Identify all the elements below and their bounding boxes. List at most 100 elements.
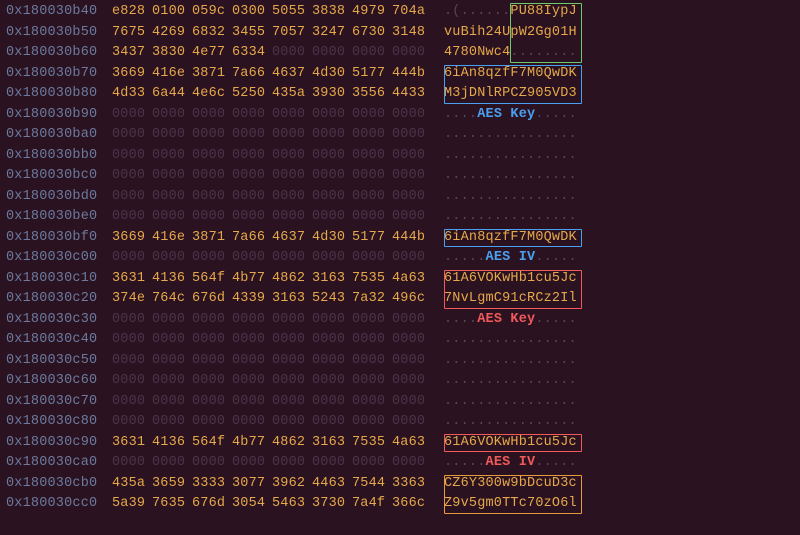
ascii-column: .....AES IV..... xyxy=(444,248,594,269)
ascii-column: ................ xyxy=(444,412,594,433)
hex-byte: 3659 xyxy=(152,474,186,495)
hex-byte: 4136 xyxy=(152,433,186,454)
hex-byte: 0300 xyxy=(232,2,266,23)
ascii-column: ................ xyxy=(444,125,594,146)
ascii-column: ................ xyxy=(444,351,594,372)
hex-byte: 0000 xyxy=(192,105,226,126)
hex-byte: 7535 xyxy=(352,433,386,454)
hex-byte: 0000 xyxy=(232,351,266,372)
hex-byte: 0000 xyxy=(392,248,426,269)
hex-byte: 0000 xyxy=(112,330,146,351)
hex-byte: 0000 xyxy=(112,310,146,331)
ascii-dots: ................ xyxy=(444,168,577,183)
address: 0x180030b80 xyxy=(6,84,112,105)
hex-bytes: 00000000000000000000000000000000 xyxy=(112,187,426,208)
hex-byte: 0000 xyxy=(152,248,186,269)
ascii-column: ....AES Key..... xyxy=(444,105,594,126)
hex-byte: 0000 xyxy=(312,187,346,208)
hex-bytes: 00000000000000000000000000000000 xyxy=(112,330,426,351)
ascii-dots: ................ xyxy=(444,127,577,142)
hex-byte: 4339 xyxy=(232,289,266,310)
hex-row: 0x180030b703669416e38717a6646374d3051774… xyxy=(6,64,794,85)
hex-byte: 0000 xyxy=(232,248,266,269)
hex-byte: 564f xyxy=(192,269,226,290)
ascii-dots: ................ xyxy=(444,353,577,368)
hex-byte: 0000 xyxy=(272,248,306,269)
hex-row: 0x180030c8000000000000000000000000000000… xyxy=(6,412,794,433)
address: 0x180030c50 xyxy=(6,351,112,372)
hex-byte: 0000 xyxy=(312,330,346,351)
ascii-column: ................ xyxy=(444,392,594,413)
hex-byte: 0000 xyxy=(352,371,386,392)
hex-row: 0x180030bc000000000000000000000000000000… xyxy=(6,166,794,187)
hex-byte: 0000 xyxy=(112,187,146,208)
hex-byte: 3148 xyxy=(392,23,426,44)
ascii-dots: .... xyxy=(444,312,477,327)
hex-byte: 0000 xyxy=(272,166,306,187)
hex-byte: 0000 xyxy=(192,248,226,269)
ascii-column: ................ xyxy=(444,146,594,167)
hex-byte: 0000 xyxy=(152,187,186,208)
hex-byte: 0000 xyxy=(272,453,306,474)
hex-byte: 6a44 xyxy=(152,84,186,105)
hex-byte: e828 xyxy=(112,2,146,23)
hex-byte: 0000 xyxy=(232,105,266,126)
address: 0x180030bd0 xyxy=(6,187,112,208)
ascii-column: CZ6Y300w9bDcuD3c xyxy=(444,474,594,495)
hex-byte: 7675 xyxy=(112,23,146,44)
hex-byte: 0000 xyxy=(352,330,386,351)
hex-byte: 564f xyxy=(192,433,226,454)
ascii-dots: ................ xyxy=(444,209,577,224)
hex-byte: 4433 xyxy=(392,84,426,105)
hex-byte: 435a xyxy=(112,474,146,495)
hex-byte: 5177 xyxy=(352,64,386,85)
hex-byte: 4463 xyxy=(312,474,346,495)
hex-bytes: 00000000000000000000000000000000 xyxy=(112,453,426,474)
hex-row: 0x180030c5000000000000000000000000000000… xyxy=(6,351,794,372)
hex-byte: 0000 xyxy=(232,371,266,392)
address: 0x180030c60 xyxy=(6,371,112,392)
hex-bytes: 00000000000000000000000000000000 xyxy=(112,125,426,146)
hex-byte: 0000 xyxy=(192,371,226,392)
hex-bytes: 00000000000000000000000000000000 xyxy=(112,146,426,167)
hex-byte: 0000 xyxy=(392,187,426,208)
hex-byte: 4136 xyxy=(152,269,186,290)
annotation-label: AES IV xyxy=(486,455,536,470)
ascii-dots: ................ xyxy=(444,373,577,388)
hex-byte: 7a32 xyxy=(352,289,386,310)
hex-byte: 3830 xyxy=(152,43,186,64)
hex-byte: 0000 xyxy=(272,43,306,64)
ascii-dots: ........ xyxy=(510,45,576,60)
hex-byte: 0000 xyxy=(392,43,426,64)
hex-byte: 0000 xyxy=(312,43,346,64)
annotation-label: AES Key xyxy=(477,312,535,327)
ascii-column: 6iAn8qzfF7M0QwDK xyxy=(444,228,594,249)
hex-byte: 5177 xyxy=(352,228,386,249)
hex-row: 0x180030c4000000000000000000000000000000… xyxy=(6,330,794,351)
hex-byte: 0000 xyxy=(192,392,226,413)
hex-byte: 3163 xyxy=(272,289,306,310)
hex-row: 0x180030b804d336a444e6c5250435a393035564… xyxy=(6,84,794,105)
hex-byte: 5250 xyxy=(232,84,266,105)
hex-byte: 3930 xyxy=(312,84,346,105)
hex-byte: 0000 xyxy=(392,105,426,126)
hex-bytes: 435a3659333330773962446375443363 xyxy=(112,474,426,495)
hex-dump: 0x180030b40e8280100059c03005055383849797… xyxy=(0,0,800,515)
hex-byte: 3163 xyxy=(312,269,346,290)
hex-byte: 0000 xyxy=(392,207,426,228)
ascii-dots: ................ xyxy=(444,394,577,409)
ascii-dots: ..... xyxy=(535,107,577,122)
hex-byte: 0000 xyxy=(152,310,186,331)
hex-byte: 0000 xyxy=(152,207,186,228)
hex-byte: 0000 xyxy=(392,330,426,351)
hex-byte: 7a66 xyxy=(232,64,266,85)
hex-byte: 0000 xyxy=(112,248,146,269)
hex-byte: 3631 xyxy=(112,433,146,454)
hex-bytes: 36314136564f4b774862316375354a63 xyxy=(112,269,426,290)
hex-byte: 0000 xyxy=(112,105,146,126)
address: 0x180030cb0 xyxy=(6,474,112,495)
hex-byte: 0000 xyxy=(232,330,266,351)
ascii-text: 61A6VOKwHb1cu5Jc xyxy=(444,435,577,450)
hex-bytes: 5a397635676d3054546337307a4f366c xyxy=(112,494,426,515)
ascii-column: .....AES IV..... xyxy=(444,453,594,474)
